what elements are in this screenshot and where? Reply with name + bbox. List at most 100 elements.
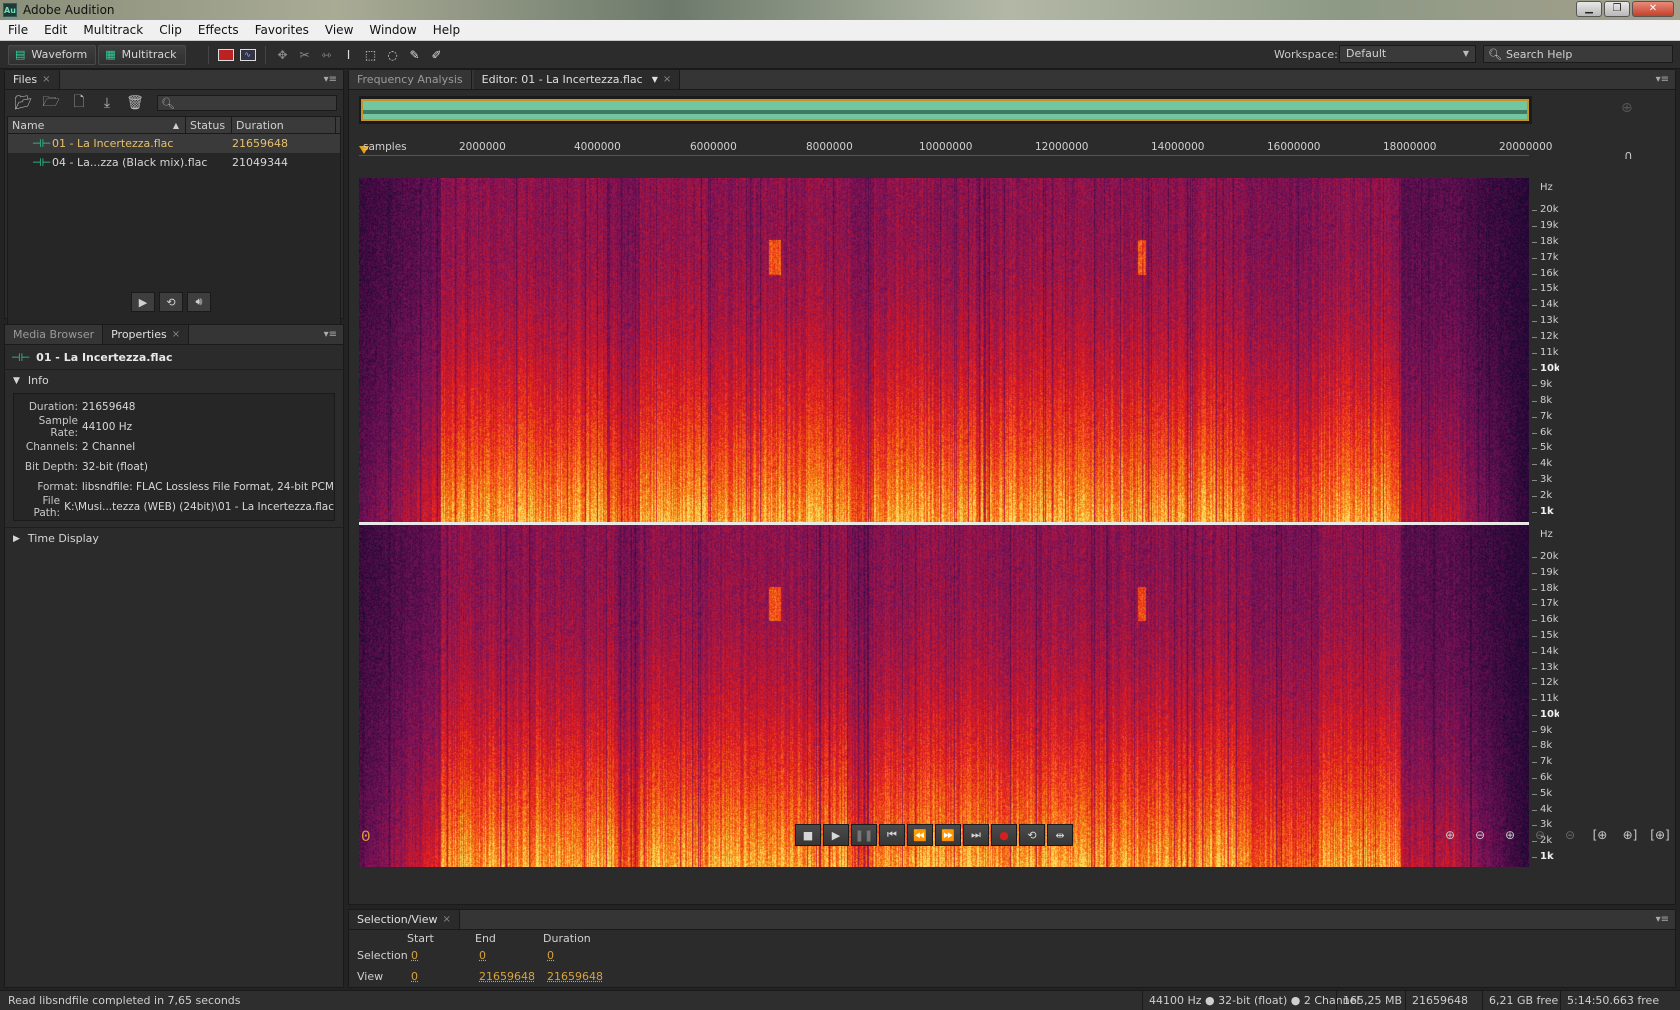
auto-play-icon[interactable]: 🔊︎: [187, 292, 211, 312]
headphones-icon[interactable]: ∩: [1624, 148, 1633, 162]
info-section-header[interactable]: ▼ Info: [5, 369, 343, 391]
menu-view[interactable]: View: [317, 23, 361, 37]
overview-waveform-visible-range[interactable]: [361, 99, 1529, 121]
record-icon[interactable]: ●: [991, 824, 1017, 846]
overview-waveform[interactable]: [359, 96, 1532, 124]
tab-frequency-analysis[interactable]: Frequency Analysis: [349, 70, 472, 89]
multitrack-mode-button[interactable]: ▦ Multitrack: [98, 44, 186, 65]
file-name: 04 - La...zza (Black mix).flac: [52, 156, 208, 169]
close-icon[interactable]: ×: [172, 329, 180, 340]
tab-files[interactable]: Files ×: [5, 70, 60, 89]
properties-panel-tabbar: Media Browser Properties × ▾≡: [5, 325, 343, 345]
new-file-icon[interactable]: 🗋: [67, 93, 91, 113]
loop-icon[interactable]: ⟲: [159, 292, 183, 312]
spectral-channel-left[interactable]: Hz 20k 19k 18k 17k 16k 15k 14k 13k 12k 11k 10k 9k 8k 7…: [359, 178, 1559, 522]
menu-file[interactable]: File: [0, 23, 36, 37]
zoom-to-selection-icon[interactable]: ⊕: [1621, 100, 1633, 116]
marquee-selection-tool-icon[interactable]: ⬚: [360, 45, 382, 65]
brush-selection-tool-icon[interactable]: ✎: [404, 45, 426, 65]
files-search-input[interactable]: 🔍︎: [157, 95, 337, 111]
panel-menu-icon[interactable]: ▾≡: [1656, 914, 1669, 925]
hz-tick: [1532, 857, 1537, 858]
play-icon[interactable]: ▶: [131, 292, 155, 312]
open-file-icon[interactable]: 📂︎: [11, 93, 35, 113]
time-ruler[interactable]: samples 2000000 4000000 6000000 8000000 …: [359, 136, 1557, 158]
menu-edit[interactable]: Edit: [36, 23, 75, 37]
tab-media-browser[interactable]: Media Browser: [5, 325, 104, 344]
search-help-input[interactable]: 🔍︎ Search Help: [1483, 45, 1673, 63]
current-time-readout[interactable]: 0: [361, 828, 371, 846]
zoom-in-at-out-point-icon[interactable]: ⊕]: [1617, 824, 1643, 846]
file-row[interactable]: ⊣⊢ 04 - La...zza (Black mix).flac 210493…: [8, 153, 340, 172]
column-name[interactable]: Name ▲: [8, 116, 186, 134]
view-start-value[interactable]: 0: [411, 970, 418, 983]
panel-menu-icon[interactable]: ▾≡: [324, 329, 337, 340]
close-icon[interactable]: ×: [42, 74, 50, 85]
view-end-value[interactable]: 21659648: [479, 970, 535, 983]
menu-window[interactable]: Window: [361, 23, 424, 37]
menu-effects[interactable]: Effects: [190, 23, 247, 37]
zoom-out-full-icon[interactable]: ⊝: [1557, 824, 1583, 846]
spectral-pitch-icon[interactable]: ∿: [237, 45, 259, 65]
restore-button[interactable]: ❐: [1604, 1, 1630, 17]
zoom-in-time-icon[interactable]: ⊕: [1497, 824, 1523, 846]
column-duration[interactable]: Duration: [232, 116, 336, 134]
fast-forward-icon[interactable]: ⏩: [935, 824, 961, 846]
lasso-selection-tool-icon[interactable]: ◌: [382, 45, 404, 65]
skip-to-start-icon[interactable]: ⏮: [879, 824, 905, 846]
menu-multitrack[interactable]: Multitrack: [75, 23, 151, 37]
selection-end-value[interactable]: 0: [479, 949, 486, 962]
rewind-icon[interactable]: ⏪: [907, 824, 933, 846]
workspace-select[interactable]: Default ▼: [1339, 45, 1476, 63]
menu-help[interactable]: Help: [425, 23, 468, 37]
move-tool-icon[interactable]: ✥: [272, 45, 294, 65]
zoom-in-amplitude-icon[interactable]: ⊕: [1437, 824, 1463, 846]
minimize-button[interactable]: ▁: [1576, 1, 1602, 17]
pause-icon[interactable]: ❚❚: [851, 824, 877, 846]
spectral-channel-right[interactable]: Hz 20k 19k 18k 17k 16k 15k 14k 13k 12k 11k 10k 9k 8k 7…: [359, 525, 1559, 867]
razor-tool-icon[interactable]: ✂: [294, 45, 316, 65]
loop-playback-icon[interactable]: ⟲: [1019, 824, 1045, 846]
delete-icon[interactable]: 🗑︎: [123, 93, 147, 113]
selection-duration-value[interactable]: 0: [547, 949, 554, 962]
slip-tool-icon[interactable]: ⇿: [316, 45, 338, 65]
time-selection-tool-icon[interactable]: Ⅰ: [338, 45, 360, 65]
import-file-icon[interactable]: 🗁: [39, 93, 63, 113]
selection-start-value[interactable]: 0: [411, 949, 418, 962]
column-status[interactable]: Status: [186, 116, 232, 134]
skip-to-end-icon[interactable]: ⏭: [963, 824, 989, 846]
tab-properties[interactable]: Properties ×: [103, 325, 190, 344]
tab-selection-view[interactable]: Selection/View ×: [349, 910, 460, 929]
hz-tick-label: 12k: [1540, 677, 1559, 689]
close-window-button[interactable]: ✕: [1632, 1, 1674, 17]
skip-selection-icon[interactable]: ⇹: [1047, 824, 1073, 846]
spectrogram-left[interactable]: [359, 178, 1529, 522]
menu-favorites[interactable]: Favorites: [247, 23, 317, 37]
insert-into-multitrack-icon[interactable]: ⤓: [95, 93, 119, 113]
zoom-in-at-in-point-icon[interactable]: [⊕: [1587, 824, 1613, 846]
waveform-mode-button[interactable]: ▤ Waveform: [8, 44, 97, 65]
menu-clip[interactable]: Clip: [151, 23, 190, 37]
ruler-baseline: [359, 155, 1529, 156]
files-table-header: Name ▲ Status Duration: [8, 116, 340, 134]
panel-menu-icon[interactable]: ▾≡: [324, 74, 337, 85]
stop-icon[interactable]: ■: [795, 824, 821, 846]
time-display-section-header[interactable]: ▶ Time Display: [5, 527, 343, 549]
spot-healing-brush-icon[interactable]: ✐: [426, 45, 448, 65]
window-title: Adobe Audition: [23, 3, 115, 17]
spectral-display-icon[interactable]: [215, 45, 237, 65]
hz-unit-label: Hz: [1540, 182, 1553, 193]
close-icon[interactable]: ×: [663, 74, 671, 85]
zoom-to-selection-icon[interactable]: [⊕]: [1647, 824, 1673, 846]
zoom-out-amplitude-icon[interactable]: ⊖: [1467, 824, 1493, 846]
tab-editor[interactable]: Editor: 01 - La Incertezza.flac ▼ ×: [473, 70, 681, 89]
spectrogram-right[interactable]: [359, 525, 1529, 867]
file-name: 01 - La Incertezza.flac: [52, 137, 174, 150]
chevron-down-icon[interactable]: ▼: [652, 75, 658, 84]
close-icon[interactable]: ×: [443, 914, 451, 925]
file-row[interactable]: ⊣⊢ 01 - La Incertezza.flac 21659648: [8, 134, 340, 153]
zoom-out-time-icon[interactable]: ⊖: [1527, 824, 1553, 846]
view-duration-value[interactable]: 21659648: [547, 970, 603, 983]
play-icon[interactable]: ▶: [823, 824, 849, 846]
panel-menu-icon[interactable]: ▾≡: [1656, 74, 1669, 85]
